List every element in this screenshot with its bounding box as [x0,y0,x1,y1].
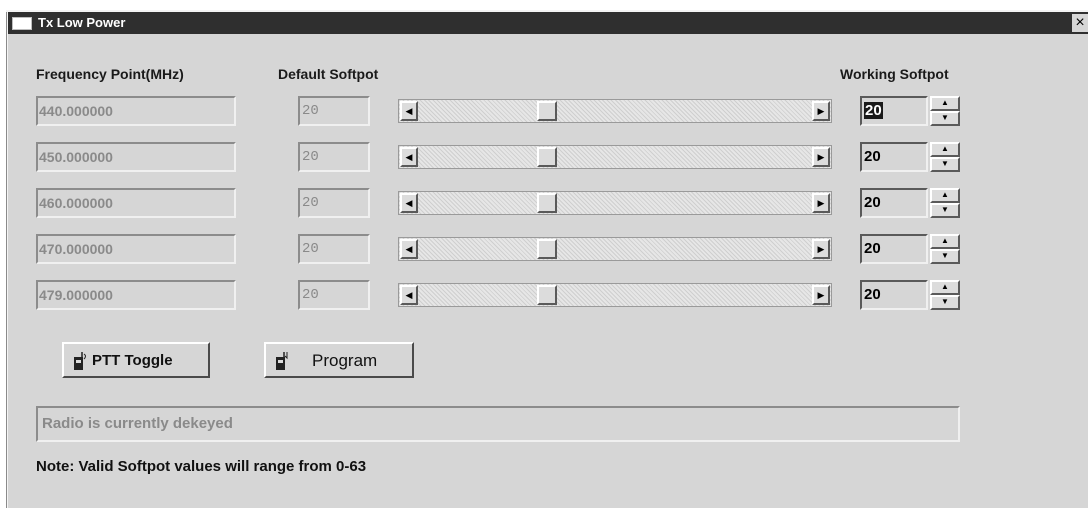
frequency-field: 440.000000 [36,96,236,126]
arrow-right-icon[interactable]: ▶ [812,285,830,305]
scrollbar-thumb[interactable] [537,147,557,167]
arrow-left-icon[interactable]: ◀ [400,193,418,213]
working-softpot-spinner[interactable]: ▲ ▼ [930,142,960,172]
arrow-down-icon[interactable]: ▼ [930,295,960,310]
softpot-scrollbar[interactable]: ◀ ▶ [398,191,832,215]
working-softpot-value: 20 [864,286,881,303]
scrollbar-thumb[interactable] [537,101,557,121]
scrollbar-thumb[interactable] [537,285,557,305]
arrow-left-icon[interactable]: ◀ [400,147,418,167]
working-softpot-input[interactable]: 20 [860,280,928,310]
working-softpot-value: 20 [864,194,881,211]
working-softpot-input[interactable]: 20 [860,234,928,264]
working-softpot-spinner[interactable]: ▲ ▼ [930,96,960,126]
softpot-scrollbar[interactable]: ◀ ▶ [398,237,832,261]
frequency-field: 460.000000 [36,188,236,218]
program-button[interactable]: Program [264,342,414,378]
default-softpot-field: 20 [298,142,370,172]
working-softpot-value: 20 [864,102,883,119]
softpot-scrollbar[interactable]: ◀ ▶ [398,99,832,123]
working-softpot-value: 20 [864,240,881,257]
working-softpot-input[interactable]: 20 [860,188,928,218]
working-softpot-input[interactable]: 20 [860,96,928,126]
arrow-up-icon[interactable]: ▲ [930,234,960,249]
tx-low-power-window: Tx Low Power × Frequency Point(MHz) Defa… [6,10,1088,508]
scrollbar-thumb[interactable] [537,239,557,259]
radio-program-icon [276,352,288,370]
working-softpot-value: 20 [864,148,881,165]
softpot-scrollbar[interactable]: ◀ ▶ [398,283,832,307]
frequency-field: 450.000000 [36,142,236,172]
window-title: Tx Low Power [38,15,126,30]
default-softpot-field: 20 [298,96,370,126]
arrow-down-icon[interactable]: ▼ [930,111,960,126]
arrow-up-icon[interactable]: ▲ [930,280,960,295]
program-label: Program [312,351,378,370]
status-field: Radio is currently dekeyed [36,406,960,442]
frequency-field: 479.000000 [36,280,236,310]
close-icon[interactable]: × [1072,14,1088,32]
default-softpot-field: 20 [298,234,370,264]
softpot-scrollbar[interactable]: ◀ ▶ [398,145,832,169]
arrow-up-icon[interactable]: ▲ [930,96,960,111]
arrow-down-icon[interactable]: ▼ [930,203,960,218]
ptt-toggle-button[interactable]: PTT Toggle [62,342,210,378]
working-softpot-spinner[interactable]: ▲ ▼ [930,280,960,310]
working-softpot-input[interactable]: 20 [860,142,928,172]
header-frequency: Frequency Point(MHz) [36,66,184,82]
title-bar[interactable]: Tx Low Power × [8,12,1088,34]
arrow-up-icon[interactable]: ▲ [930,188,960,203]
frequency-field: 470.000000 [36,234,236,264]
softpot-range-note: Note: Valid Softpot values will range fr… [36,458,367,475]
default-softpot-field: 20 [298,280,370,310]
working-softpot-spinner[interactable]: ▲ ▼ [930,234,960,264]
arrow-left-icon[interactable]: ◀ [400,285,418,305]
arrow-left-icon[interactable]: ◀ [400,239,418,259]
arrow-down-icon[interactable]: ▼ [930,249,960,264]
scrollbar-thumb[interactable] [537,193,557,213]
arrow-right-icon[interactable]: ▶ [812,239,830,259]
arrow-right-icon[interactable]: ▶ [812,147,830,167]
window-icon[interactable] [12,17,32,30]
arrow-right-icon[interactable]: ▶ [812,193,830,213]
arrow-left-icon[interactable]: ◀ [400,101,418,121]
arrow-up-icon[interactable]: ▲ [930,142,960,157]
ptt-toggle-label: PTT Toggle [92,352,173,369]
working-softpot-spinner[interactable]: ▲ ▼ [930,188,960,218]
default-softpot-field: 20 [298,188,370,218]
header-default-softpot: Default Softpot [278,66,379,82]
header-working-softpot: Working Softpot [840,66,949,82]
radio-icon [74,352,86,370]
arrow-down-icon[interactable]: ▼ [930,157,960,172]
arrow-right-icon[interactable]: ▶ [812,101,830,121]
